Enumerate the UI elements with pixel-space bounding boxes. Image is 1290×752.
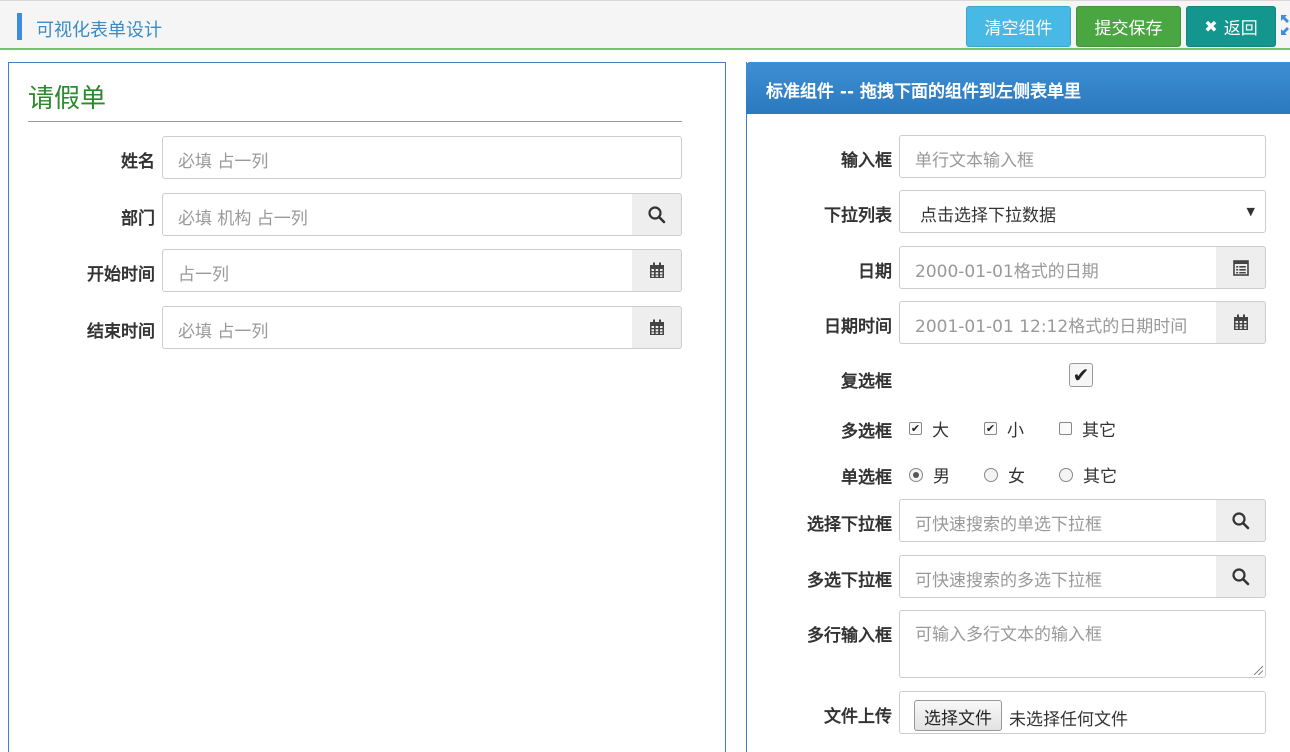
file-upload-sample: 选择文件 未选择任何文件 — [899, 691, 1266, 734]
form-title-divider — [28, 121, 682, 122]
calendar-icon — [649, 262, 664, 278]
form-title: 请假单 — [28, 84, 107, 114]
radio-option-male[interactable]: 男 — [909, 462, 950, 487]
search-select-button[interactable] — [1216, 499, 1266, 542]
component-label: 日期时间 — [824, 317, 892, 337]
search-multi-sample[interactable]: 可快速搜索的多选下拉框 — [899, 555, 1217, 598]
multi-check-option-big[interactable]: ✔ 大 — [909, 416, 949, 441]
caret-down-icon: ▼ — [1246, 205, 1255, 218]
field-label: 部门 — [121, 209, 155, 229]
form-field-name[interactable]: 姓名 必填 占一列 — [28, 136, 682, 179]
form-field-department[interactable]: 部门 必填 机构 占一列 — [28, 193, 682, 236]
form-field-start-time[interactable]: 开始时间 占一列 — [28, 249, 682, 292]
datetime-picker-button[interactable] — [1216, 301, 1266, 344]
multi-check-option-small[interactable]: ✔ 小 — [984, 416, 1024, 441]
select-sample[interactable]: 点击选择下拉数据 ▼ — [899, 190, 1266, 233]
search-icon — [1231, 511, 1249, 529]
component-label: 单选框 — [841, 468, 892, 488]
text-input-sample[interactable]: 单行文本输入框 — [899, 135, 1266, 178]
component-label: 日期 — [858, 262, 892, 282]
title-accent-bar — [17, 13, 22, 40]
radio-option-other[interactable]: 其它 — [1059, 462, 1117, 487]
department-search-button[interactable] — [632, 193, 682, 236]
department-input[interactable]: 必填 机构 占一列 — [162, 193, 633, 236]
end-time-input[interactable]: 必填 占一列 — [162, 306, 633, 349]
component-file-upload[interactable]: 文件上传 选择文件 未选择任何文件 — [746, 691, 1290, 734]
component-multi-checkbox[interactable]: 多选框 ✔ 大 ✔ 小 其它 — [746, 414, 1290, 457]
component-search-select[interactable]: 选择下拉框 可快速搜索的单选下拉框 — [746, 499, 1290, 542]
textarea-placeholder: 可输入多行文本的输入框 — [915, 625, 1102, 645]
component-text-input[interactable]: 输入框 单行文本输入框 — [746, 135, 1290, 178]
option-text: 其它 — [1083, 467, 1117, 487]
component-date[interactable]: 日期 2000-01-01格式的日期 — [746, 246, 1290, 289]
component-radio[interactable]: 单选框 男 女 其它 — [746, 460, 1290, 503]
option-text: 小 — [1007, 421, 1024, 441]
field-label: 姓名 — [121, 152, 155, 172]
file-status-text: 未选择任何文件 — [1009, 710, 1128, 730]
component-label: 多行输入框 — [807, 626, 892, 646]
datetime-input-sample[interactable]: 2001-01-01 12:12格式的日期时间 — [899, 301, 1217, 344]
select-value: 点击选择下拉数据 — [920, 206, 1056, 226]
component-label: 文件上传 — [824, 707, 892, 727]
radio-unchecked-icon[interactable] — [1059, 467, 1073, 482]
radio-checked-icon[interactable] — [909, 467, 923, 482]
component-palette-title: 标准组件 -- 拖拽下面的组件到左侧表单里 — [766, 82, 1081, 102]
close-icon: ✖ — [1204, 17, 1218, 36]
submit-save-button[interactable]: 提交保存 — [1076, 6, 1181, 47]
checkbox-checked-icon[interactable]: ✔ — [984, 422, 997, 435]
component-label: 选择下拉框 — [807, 515, 892, 535]
back-button[interactable]: ✖ 返回 — [1186, 6, 1276, 47]
search-icon — [1231, 567, 1249, 585]
search-select-sample[interactable]: 可快速搜索的单选下拉框 — [899, 499, 1217, 542]
start-time-input[interactable]: 占一列 — [162, 249, 633, 292]
form-field-end-time[interactable]: 结束时间 必填 占一列 — [28, 306, 682, 349]
date-input-sample[interactable]: 2000-01-01格式的日期 — [899, 246, 1217, 289]
calendar-icon — [649, 319, 664, 335]
end-time-calendar-button[interactable] — [632, 306, 682, 349]
back-button-label: 返回 — [1223, 19, 1258, 39]
radio-option-female[interactable]: 女 — [984, 462, 1025, 487]
search-icon — [647, 205, 665, 223]
component-label: 复选框 — [841, 372, 892, 392]
component-label: 多选框 — [841, 422, 892, 442]
component-label: 输入框 — [841, 151, 892, 171]
checkbox-checked-icon[interactable]: ✔ — [909, 422, 922, 435]
page-title: 可视化表单设计 — [36, 20, 162, 41]
clear-components-button[interactable]: 清空组件 — [966, 6, 1071, 47]
component-select[interactable]: 下拉列表 点击选择下拉数据 ▼ — [746, 190, 1290, 233]
multi-check-option-other[interactable]: 其它 — [1059, 416, 1116, 441]
component-label: 下拉列表 — [824, 206, 892, 226]
checkbox-sample[interactable]: ✔ — [1069, 363, 1093, 387]
start-time-calendar-button[interactable] — [632, 249, 682, 292]
choose-file-button[interactable]: 选择文件 — [914, 700, 1002, 731]
option-text: 女 — [1008, 467, 1025, 487]
option-text: 大 — [932, 421, 949, 441]
checkbox-unchecked-icon[interactable] — [1059, 422, 1072, 435]
option-text: 其它 — [1082, 421, 1116, 441]
field-label: 开始时间 — [87, 265, 155, 285]
name-input[interactable]: 必填 占一列 — [162, 136, 682, 179]
fullscreen-icon[interactable] — [1279, 13, 1290, 37]
date-picker-button[interactable] — [1216, 246, 1266, 289]
resize-handle-icon[interactable] — [1254, 666, 1263, 675]
option-text: 男 — [933, 467, 950, 487]
calendar-list-icon — [1232, 259, 1249, 276]
calendar-icon — [1233, 314, 1248, 330]
component-label: 多选下拉框 — [807, 571, 892, 591]
component-search-multi[interactable]: 多选下拉框 可快速搜索的多选下拉框 — [746, 555, 1290, 598]
textarea-sample[interactable]: 可输入多行文本的输入框 — [899, 610, 1266, 678]
component-checkbox[interactable]: 复选框 ✔ — [746, 363, 1290, 406]
radio-unchecked-icon[interactable] — [984, 467, 998, 482]
field-label: 结束时间 — [87, 322, 155, 342]
component-palette-header: 标准组件 -- 拖拽下面的组件到左侧表单里 — [746, 62, 1290, 114]
top-bar: 可视化表单设计 清空组件 提交保存 ✖ 返回 — [0, 0, 1290, 50]
component-textarea[interactable]: 多行输入框 可输入多行文本的输入框 — [746, 610, 1290, 678]
checkmark-icon: ✔ — [1072, 363, 1090, 387]
search-multi-button[interactable] — [1216, 555, 1266, 598]
component-datetime[interactable]: 日期时间 2001-01-01 12:12格式的日期时间 — [746, 301, 1290, 344]
